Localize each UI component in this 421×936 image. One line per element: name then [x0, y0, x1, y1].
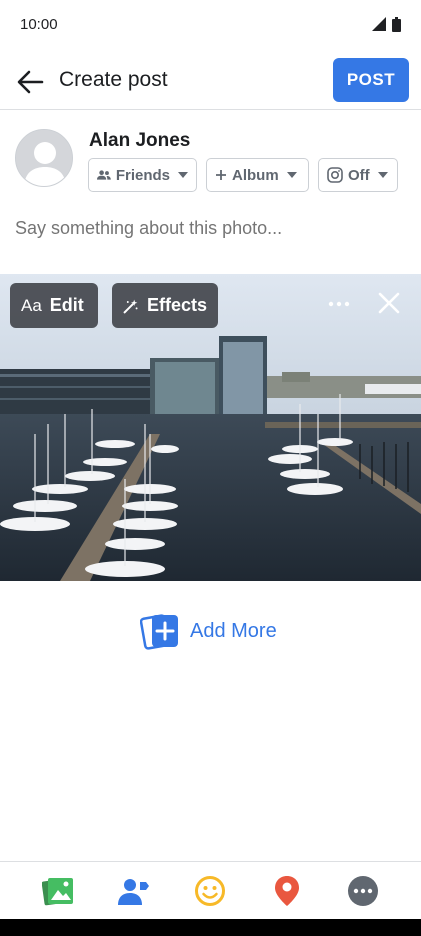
instagram-share-selector[interactable]: Off	[318, 158, 398, 192]
system-navigation-bar	[0, 919, 421, 936]
default-avatar-icon	[16, 130, 72, 186]
instagram-icon	[327, 167, 343, 183]
tag-people-button[interactable]	[114, 871, 154, 911]
chevron-down-icon	[178, 172, 188, 178]
album-selector[interactable]: Album	[206, 158, 309, 192]
status-icons	[372, 16, 401, 32]
audience-selector[interactable]: Friends	[88, 158, 197, 192]
page-title: Create post	[59, 68, 168, 91]
magic-wand-icon	[123, 299, 138, 313]
feeling-icon	[195, 875, 226, 906]
audience-label: Friends	[115, 166, 170, 184]
add-more-label: Add More	[190, 619, 277, 642]
friends-icon	[97, 170, 111, 180]
more-options-icon[interactable]	[324, 294, 354, 314]
status-time: 10:00	[20, 15, 58, 33]
edit-photo-button[interactable]: Aa Edit	[10, 283, 98, 328]
add-photo-button[interactable]	[38, 871, 78, 911]
instagram-share-label: Off	[348, 166, 370, 184]
effects-button[interactable]: Effects	[112, 283, 218, 328]
add-more-button[interactable]: Add More	[140, 611, 277, 651]
edit-label: Edit	[49, 295, 84, 315]
remove-photo-icon[interactable]	[374, 288, 404, 318]
chevron-down-icon	[377, 172, 388, 178]
post-text-input[interactable]	[15, 218, 405, 239]
more-icon	[347, 875, 378, 906]
chevron-down-icon	[286, 172, 297, 178]
back-button[interactable]	[12, 64, 48, 100]
plus-icon	[216, 170, 226, 180]
text-style-icon: Aa	[21, 295, 42, 315]
photo-icon	[42, 877, 74, 905]
effects-label: Effects	[146, 295, 207, 315]
add-photo-icon	[140, 614, 178, 650]
album-label: Album	[232, 166, 279, 184]
feeling-button[interactable]	[190, 871, 230, 911]
location-icon	[274, 875, 299, 906]
avatar[interactable]	[15, 129, 73, 187]
bottom-toolbar	[0, 861, 421, 919]
tag-people-icon	[118, 878, 150, 905]
back-arrow-icon	[17, 70, 44, 94]
status-bar: 10:00	[0, 0, 421, 48]
battery-icon	[392, 16, 401, 32]
app-bar: Create post POST	[0, 52, 421, 110]
post-button[interactable]: POST	[333, 58, 409, 102]
user-name: Alan Jones	[89, 130, 191, 151]
more-button[interactable]	[343, 871, 383, 911]
signal-icon	[372, 17, 386, 31]
check-in-button[interactable]	[267, 871, 307, 911]
